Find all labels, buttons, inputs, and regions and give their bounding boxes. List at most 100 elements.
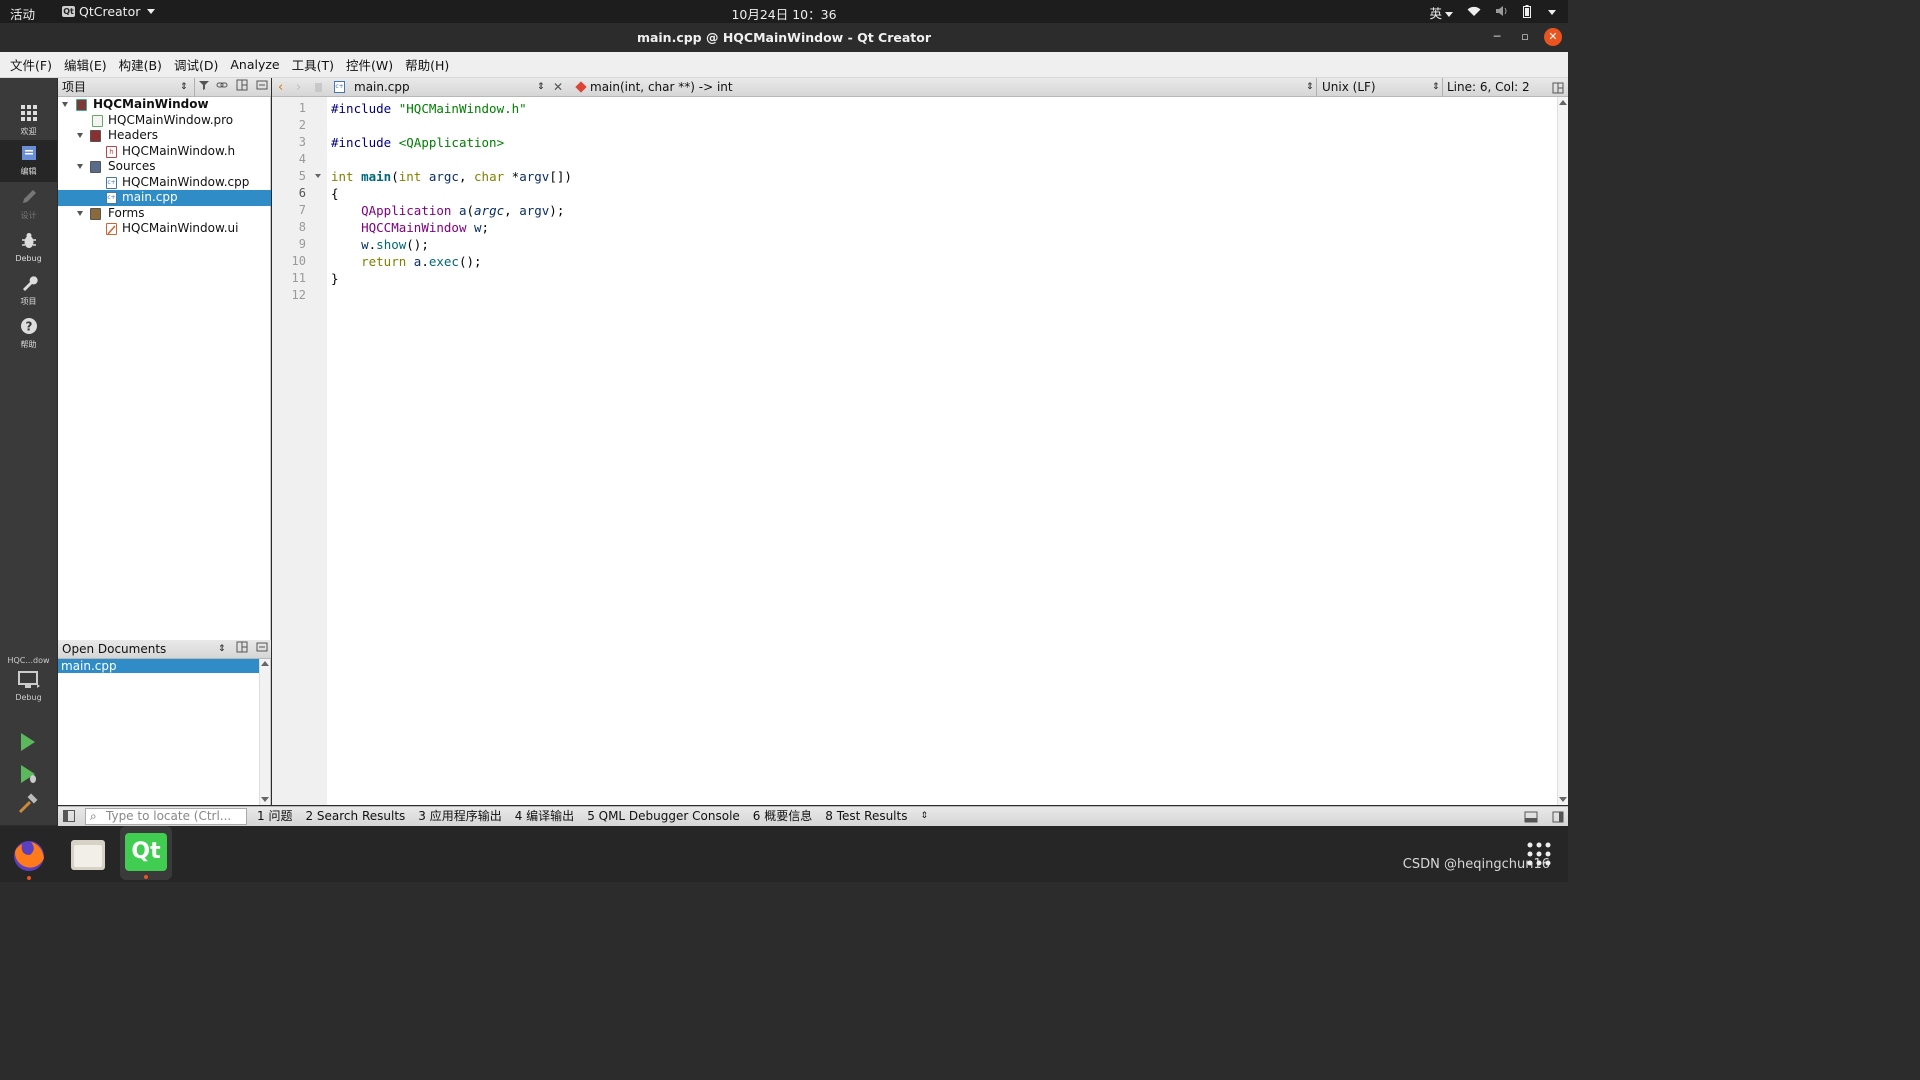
code-editor[interactable]: #include "HQCMainWindow.h" #include <QAp… — [327, 97, 1557, 805]
cpp-file-icon: c+ — [106, 192, 117, 204]
mode-design[interactable]: 设计 — [0, 184, 57, 226]
tab-qml-debugger-console[interactable]: 5 QML Debugger Console — [587, 807, 740, 826]
scroll-up-arrow-icon[interactable] — [261, 661, 269, 666]
line-number: 12 — [291, 288, 306, 302]
show-applications-icon[interactable] — [1526, 841, 1552, 870]
volume-icon[interactable] — [1495, 5, 1509, 20]
tab-issues[interactable]: 1 问题 — [257, 807, 292, 826]
mode-projects[interactable]: 项目 — [0, 270, 57, 312]
window-title-bar[interactable]: main.cpp @ HQCMainWindow - Qt Creator ─ … — [0, 23, 1568, 52]
tree-item-label: HQCMainWindow.pro — [108, 112, 234, 127]
line-ending-arrows-icon[interactable]: ⇕ — [1432, 78, 1440, 97]
more-tabs-arrows-icon[interactable]: ⇕ — [920, 807, 928, 826]
menu-file[interactable]: 文件(F) — [4, 55, 58, 74]
scroll-up-arrow-icon[interactable] — [1559, 100, 1567, 105]
tree-item-forms[interactable]: Forms — [58, 206, 271, 222]
back-arrow-icon[interactable]: ‹ — [278, 78, 283, 97]
view-selector-arrows-icon[interactable]: ⇕ — [180, 78, 188, 97]
function-symbol-icon — [575, 81, 587, 93]
system-tray: 英 — [1429, 3, 1556, 22]
build-button[interactable] — [17, 793, 39, 815]
help-icon: ? — [19, 317, 39, 337]
tab-test-results[interactable]: 8 Test Results — [825, 807, 907, 826]
minimize-button[interactable]: ─ — [1488, 28, 1506, 46]
close-button[interactable]: ✕ — [1544, 28, 1562, 46]
battery-icon[interactable] — [1523, 4, 1531, 21]
split-icon[interactable] — [236, 78, 248, 97]
expand-arrow-icon[interactable] — [62, 102, 68, 107]
input-method-indicator[interactable]: 英 — [1429, 3, 1453, 22]
link-icon[interactable] — [216, 78, 228, 97]
split-icon[interactable] — [236, 640, 248, 659]
close-pane-icon[interactable] — [256, 640, 268, 659]
line-ending-selector[interactable]: Unix (LF) — [1322, 78, 1376, 97]
expand-arrow-icon[interactable] — [77, 133, 83, 138]
editor-toolbar: ‹ › c+ main.cpp ⇕ ✕ main(int, char **) -… — [272, 78, 1568, 97]
view-selector-arrows-icon[interactable]: ⇕ — [218, 640, 226, 659]
cpp-file-icon: c+ — [334, 81, 345, 93]
menu-window[interactable]: 控件(W) — [340, 55, 399, 74]
tab-search-results[interactable]: 2 Search Results — [305, 807, 405, 826]
expand-arrow-icon[interactable] — [77, 164, 83, 169]
wifi-icon[interactable] — [1467, 5, 1481, 20]
symbol-selector[interactable]: main(int, char **) -> int — [590, 78, 733, 97]
qt-app-icon: Qt — [62, 6, 75, 17]
mode-help[interactable]: ? 帮助 — [0, 313, 57, 355]
menu-build[interactable]: 构建(B) — [113, 55, 168, 74]
filter-icon[interactable] — [198, 78, 210, 97]
locate-input[interactable]: ⌕ Type to locate (Ctrl... — [85, 808, 247, 825]
document-selector[interactable]: main.cpp — [354, 78, 410, 97]
app-menu-label: QtCreator — [79, 4, 141, 19]
system-menu-chevron-icon[interactable] — [1548, 10, 1556, 15]
qt-logo: Qt — [125, 833, 167, 871]
tab-application-output[interactable]: 3 应用程序输出 — [418, 807, 501, 826]
menu-tools[interactable]: 工具(T) — [286, 55, 340, 74]
tree-item-ui-file[interactable]: HQCMainWindow.ui — [58, 221, 271, 237]
app-menu[interactable]: Qt QtCreator — [62, 4, 156, 19]
mode-edit[interactable]: 编辑 — [0, 140, 57, 182]
mode-debug[interactable]: Debug — [0, 228, 57, 270]
maximize-button[interactable]: ▫ — [1516, 28, 1534, 46]
document-selector-arrows-icon[interactable]: ⇕ — [537, 78, 545, 97]
clock-label[interactable]: 10月24日 10：36 — [731, 7, 836, 22]
menu-edit[interactable]: 编辑(E) — [58, 55, 113, 74]
firefox-icon[interactable] — [6, 831, 52, 882]
menu-bar: 文件(F) 编辑(E) 构建(B) 调试(D) Analyze 工具(T) 控件… — [0, 52, 1568, 78]
activities-button[interactable]: 活动 — [10, 4, 35, 23]
separator — [1442, 78, 1443, 97]
close-pane-icon[interactable] — [256, 78, 268, 97]
files-icon[interactable] — [65, 831, 111, 877]
tab-compile-output[interactable]: 4 编译输出 — [515, 807, 574, 826]
line-number: 4 — [298, 152, 306, 166]
tab-general-messages[interactable]: 6 概要信息 — [753, 807, 812, 826]
menu-debug[interactable]: 调试(D) — [168, 55, 224, 74]
scroll-down-arrow-icon[interactable] — [261, 797, 269, 802]
open-documents-scrollbar[interactable] — [259, 659, 270, 805]
mode-welcome[interactable]: 欢迎 — [0, 100, 57, 142]
tree-item-sources[interactable]: Sources — [58, 159, 271, 175]
forward-arrow-icon[interactable]: › — [296, 78, 301, 97]
menu-help[interactable]: 帮助(H) — [399, 55, 455, 74]
qt-creator-icon[interactable]: Qt — [120, 826, 172, 880]
close-document-icon[interactable]: ✕ — [553, 78, 563, 97]
tree-item-project[interactable]: HQCMainWindow — [58, 97, 271, 113]
start-debugging-button[interactable] — [17, 763, 39, 785]
tree-item-headers[interactable]: Headers — [58, 128, 271, 144]
tree-item-main-cpp[interactable]: c+ main.cpp — [58, 190, 271, 206]
menu-analyze[interactable]: Analyze — [224, 57, 285, 72]
play-icon — [21, 733, 35, 751]
symbol-selector-arrows-icon[interactable]: ⇕ — [1306, 78, 1314, 97]
fold-arrow-icon[interactable] — [315, 174, 321, 178]
editor-scrollbar[interactable] — [1557, 97, 1568, 805]
tree-item-pro-file[interactable]: HQCMainWindow.pro — [58, 113, 271, 129]
tree-item-cpp-file[interactable]: c+ HQCMainWindow.cpp — [58, 175, 271, 191]
toggle-sidebar-icon[interactable] — [63, 810, 75, 822]
expand-arrow-icon[interactable] — [77, 210, 83, 216]
run-button[interactable] — [17, 731, 39, 753]
tree-item-header-file[interactable]: h HQCMainWindow.h — [58, 144, 271, 160]
open-document-item[interactable]: main.cpp — [58, 659, 259, 673]
cursor-position[interactable]: Line: 6, Col: 2 — [1447, 78, 1530, 97]
lock-icon[interactable] — [315, 83, 322, 92]
kit-selector[interactable]: HQC...dow Debug — [0, 656, 57, 702]
scroll-down-arrow-icon[interactable] — [1559, 797, 1567, 802]
